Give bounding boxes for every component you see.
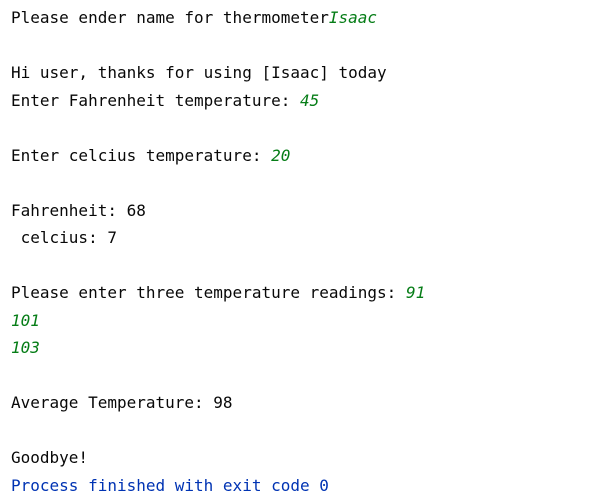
fahrenheit-prompt: Enter Fahrenheit temperature: xyxy=(11,90,300,110)
console-line: celcius: 7 xyxy=(11,227,597,255)
goodbye-text: Goodbye! xyxy=(11,448,89,467)
console-line: Please enter three temperature readings:… xyxy=(11,282,597,310)
console-line: Process finished with exit code 0 xyxy=(11,475,597,502)
name-input: Isaac xyxy=(328,8,378,27)
reading-input-1: 91 xyxy=(405,283,426,302)
fahrenheit-result: Fahrenheit: 68 xyxy=(11,200,146,220)
celsius-input: 20 xyxy=(271,145,291,165)
reading-input-2: 101 xyxy=(11,310,40,330)
console-line: Please ender name for thermometerIsaac xyxy=(11,7,597,35)
console-output: Please ender name for thermometerIsaac H… xyxy=(0,0,597,502)
reading-input-3: 103 xyxy=(11,338,40,357)
average-result: Average Temperature: 98 xyxy=(11,393,233,412)
fahrenheit-input: 45 xyxy=(299,90,320,110)
console-line: 101 xyxy=(11,310,597,338)
console-line: Enter celcius temperature: 20 xyxy=(11,145,597,173)
console-line: Goodbye! xyxy=(11,447,597,475)
celsius-prompt: Enter celcius temperature: xyxy=(11,145,272,165)
console-line: Enter Fahrenheit temperature: 45 xyxy=(11,90,597,118)
celsius-result: celcius: 7 xyxy=(11,228,117,247)
console-line: 103 xyxy=(11,337,597,365)
console-line: Average Temperature: 98 xyxy=(11,392,597,420)
console-line: Fahrenheit: 68 xyxy=(11,200,597,228)
exit-message: Process finished with exit code 0 xyxy=(11,475,329,495)
console-line: Hi user, thanks for using [Isaac] today xyxy=(11,62,597,90)
readings-prompt: Please enter three temperature readings: xyxy=(11,283,406,302)
greeting-text: Hi user, thanks for using [Isaac] today xyxy=(11,63,387,82)
name-prompt: Please ender name for thermometer xyxy=(11,8,329,27)
